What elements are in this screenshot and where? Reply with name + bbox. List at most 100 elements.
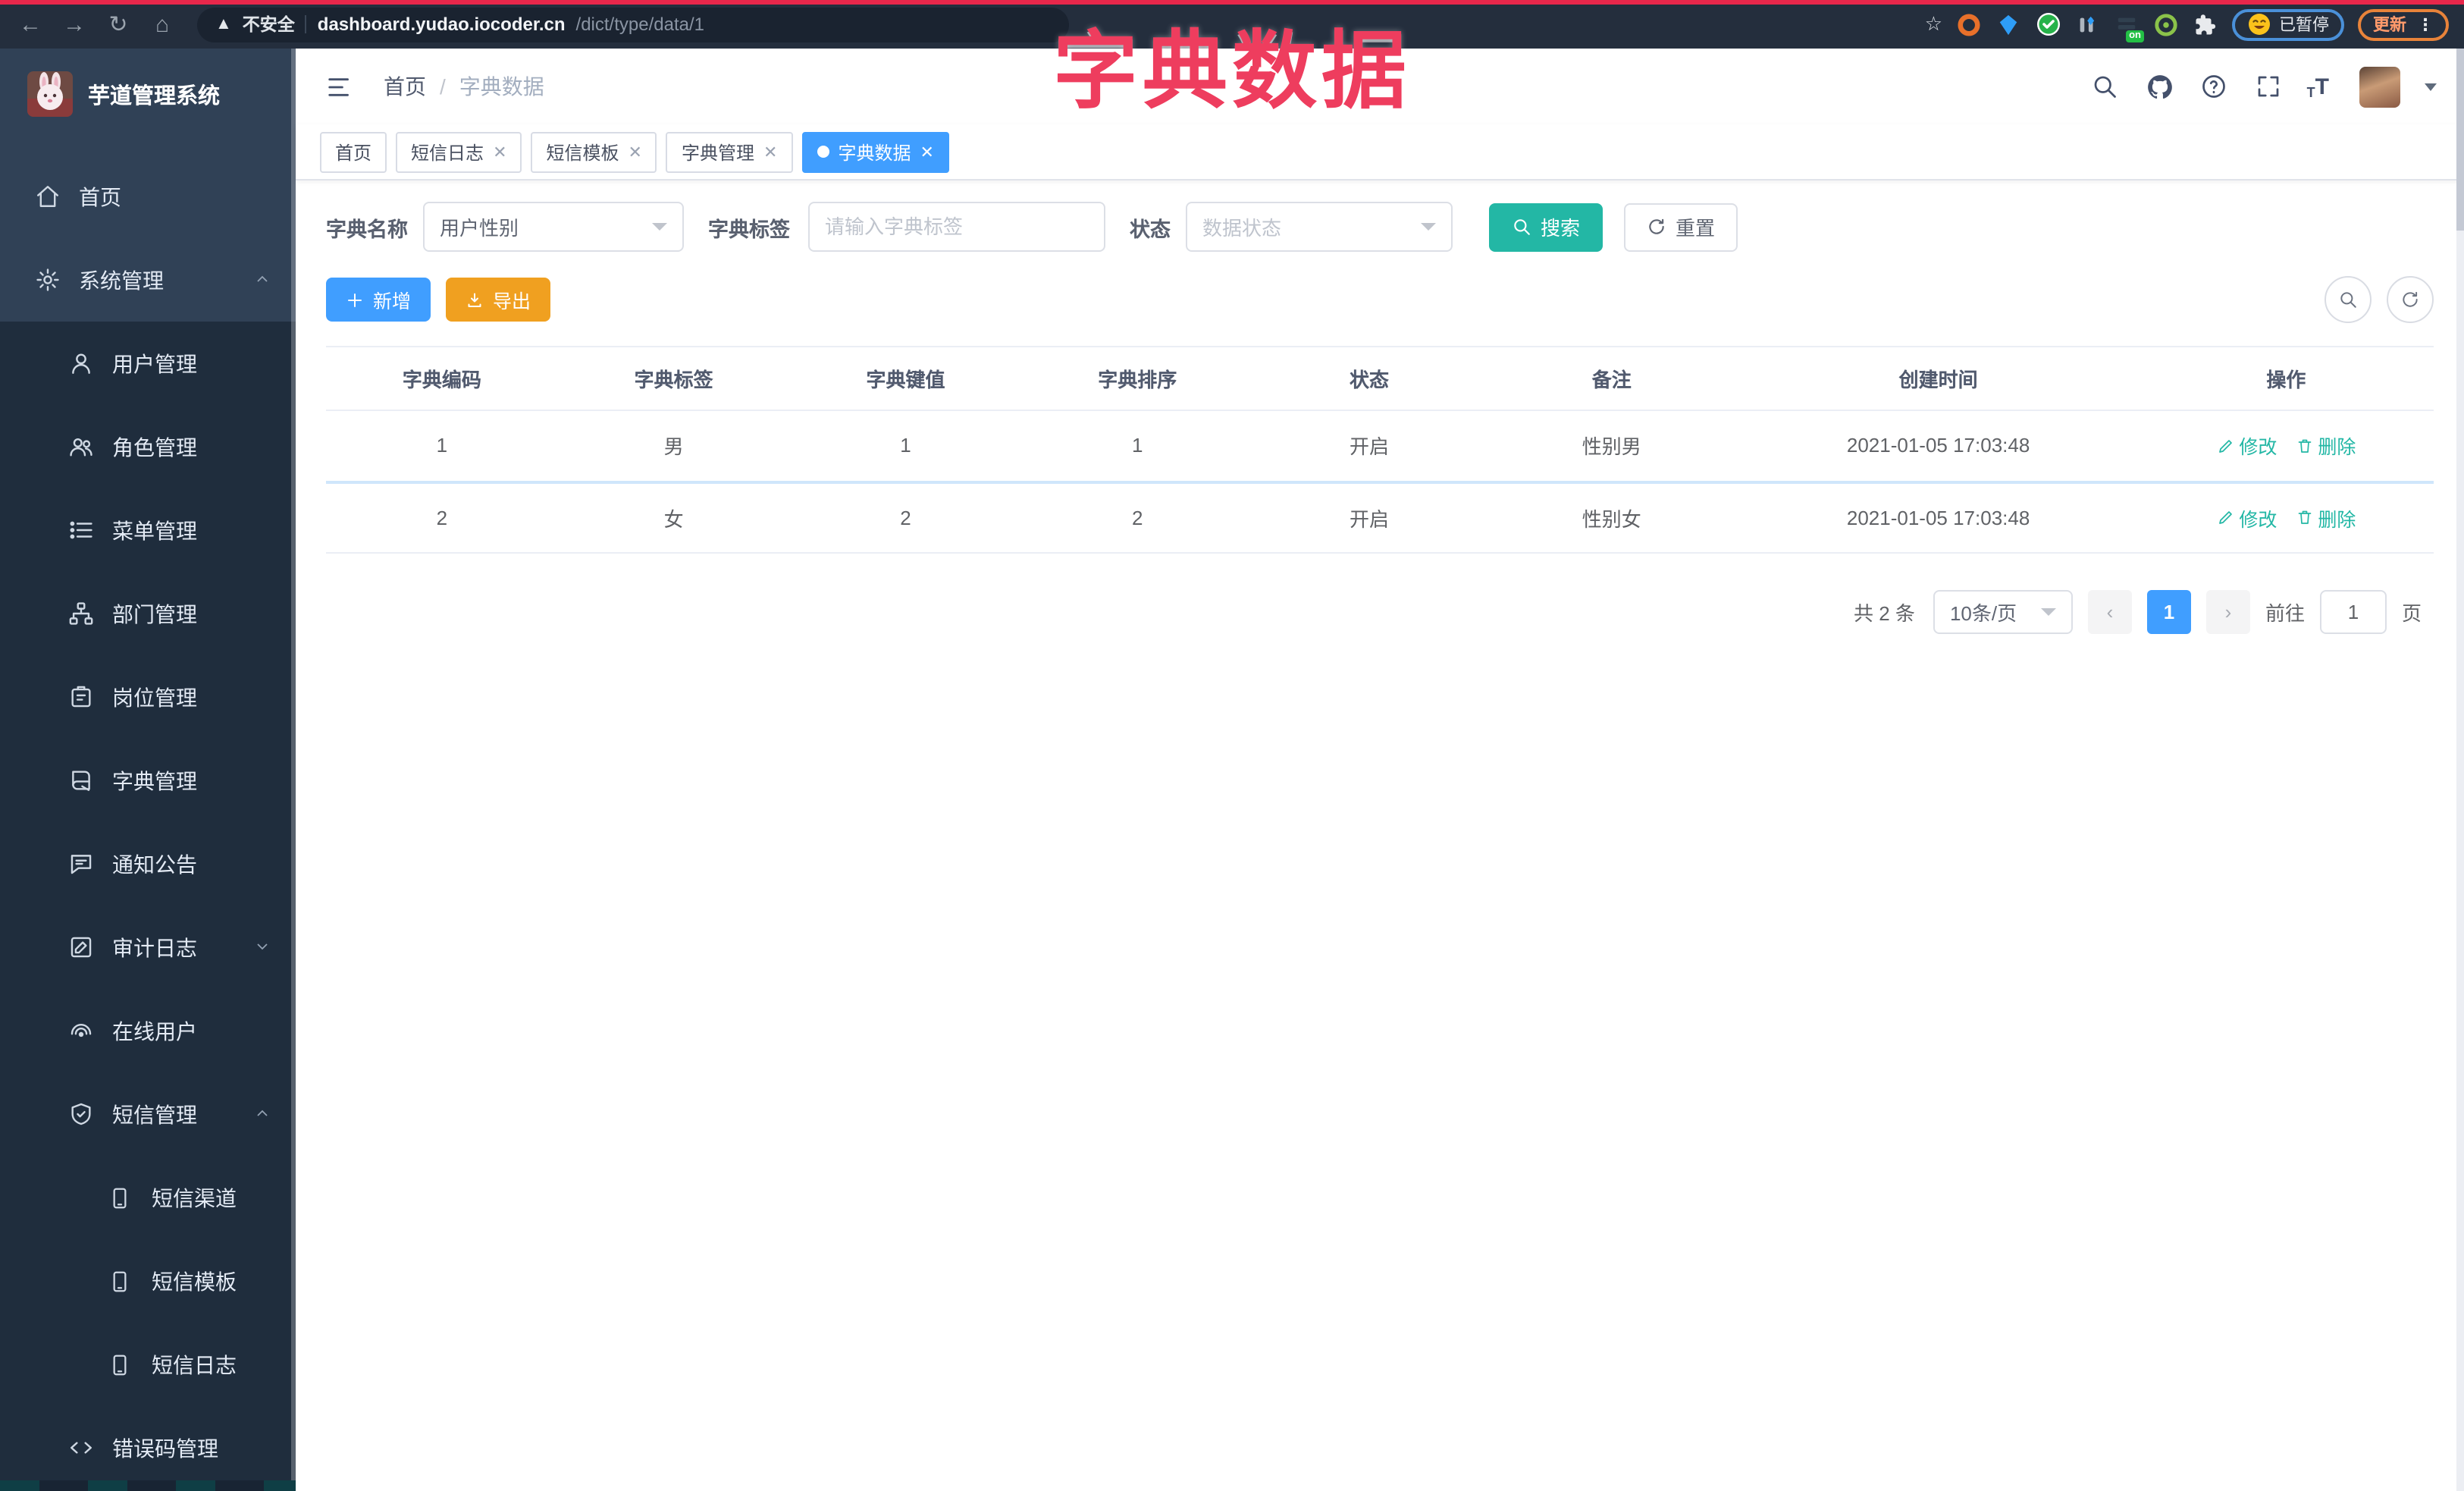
sidebar-item-notices[interactable]: 通知公告 xyxy=(0,822,296,906)
reload-icon[interactable]: ↻ xyxy=(103,11,133,38)
cell-sort: 2 xyxy=(1021,482,1254,554)
github-icon[interactable] xyxy=(2143,72,2177,101)
extensions-puzzle-icon[interactable] xyxy=(2193,11,2218,37)
trash-icon xyxy=(2297,511,2311,525)
tab-sms-template[interactable]: 短信模板 ✕ xyxy=(531,131,657,172)
status-label: 状态 xyxy=(1130,218,1171,240)
address-bar[interactable]: ▲ 不安全 dashboard.yudao.iocoder.cn/dict/ty… xyxy=(197,7,1069,42)
menu-list-icon xyxy=(67,517,94,543)
chevron-up-icon xyxy=(253,1102,271,1126)
users-icon xyxy=(67,434,94,460)
extension-icon[interactable]: on xyxy=(2114,11,2144,42)
fullscreen-icon[interactable] xyxy=(2252,73,2286,100)
search-icon xyxy=(1514,219,1530,235)
table-row[interactable]: 2 女 2 2 开启 性别女 2021-01-05 17:03:48 修改 删除 xyxy=(326,482,2434,554)
status-select[interactable]: 数据状态 xyxy=(1186,202,1453,252)
page-content: 字典名称 用户性别 字典标签 状态 数据状态 xyxy=(296,180,2464,1491)
back-icon[interactable]: ← xyxy=(15,11,45,37)
tab-sms-log[interactable]: 短信日志 ✕ xyxy=(396,131,522,172)
delete-link[interactable]: 删除 xyxy=(2295,504,2356,532)
pagination: 共 2 条 10条/页 ‹ 1 › 前往 页 xyxy=(326,590,2434,634)
hamburger-icon[interactable] xyxy=(323,72,356,101)
sidebar-item-departments[interactable]: 部门管理 xyxy=(0,572,296,655)
page-size-select[interactable]: 10条/页 xyxy=(1933,590,2073,634)
search-icon[interactable] xyxy=(2089,73,2122,100)
plus-icon xyxy=(348,293,362,306)
dict-label-label: 字典标签 xyxy=(708,218,790,240)
font-size-icon[interactable]: TT xyxy=(2307,74,2329,99)
prev-page-button[interactable]: ‹ xyxy=(2087,590,2132,634)
tab-label: 字典数据 xyxy=(838,142,911,163)
sidebar-bottom-scrollbar[interactable] xyxy=(0,1480,296,1491)
extension-icon[interactable] xyxy=(1995,11,2021,37)
notice-icon xyxy=(67,851,94,877)
sidebar-item-sms-log[interactable]: 短信日志 xyxy=(0,1323,296,1406)
sidebar-item-users[interactable]: 用户管理 xyxy=(0,322,296,405)
extension-icon[interactable] xyxy=(2035,11,2061,37)
sidebar-item-label: 错误码管理 xyxy=(112,1436,218,1460)
sidebar-item-sms[interactable]: 短信管理 xyxy=(0,1072,296,1156)
sidebar-item-roles[interactable]: 角色管理 xyxy=(0,405,296,488)
tab-dict-manage[interactable]: 字典管理 ✕ xyxy=(666,131,793,172)
export-button[interactable]: 导出 xyxy=(446,278,551,322)
bookmark-star-icon[interactable]: ☆ xyxy=(1925,12,1942,36)
delete-label: 删除 xyxy=(2318,437,2356,459)
add-button[interactable]: 新增 xyxy=(326,278,431,322)
security-label[interactable]: 不安全 xyxy=(243,12,295,36)
table-row[interactable]: 1 男 1 1 开启 性别男 2021-01-05 17:03:48 修改 删除 xyxy=(326,410,2434,483)
extension-icon[interactable] xyxy=(2153,11,2179,37)
close-icon[interactable]: ✕ xyxy=(629,142,642,162)
current-page-button[interactable]: 1 xyxy=(2146,590,2191,634)
sidebar-item-label: 审计日志 xyxy=(112,935,197,959)
edit-link[interactable]: 修改 xyxy=(2216,432,2277,460)
home-nav-icon[interactable]: ⌂ xyxy=(147,11,177,37)
tab-home[interactable]: 首页 xyxy=(320,131,387,172)
sidebar-item-audit-log[interactable]: 审计日志 xyxy=(0,906,296,989)
refresh-button[interactable] xyxy=(2387,276,2434,323)
trash-icon xyxy=(2297,439,2311,453)
avatar[interactable] xyxy=(2359,66,2400,107)
kebab-menu-icon[interactable]: ⋮ xyxy=(2417,14,2434,34)
toggle-search-button[interactable] xyxy=(2324,276,2372,323)
sidebar-item-online-users[interactable]: 在线用户 xyxy=(0,989,296,1072)
sidebar-item-posts[interactable]: 岗位管理 xyxy=(0,655,296,739)
logo[interactable]: 芋道管理系统 xyxy=(0,49,296,140)
close-icon[interactable]: ✕ xyxy=(763,142,777,162)
help-icon[interactable] xyxy=(2198,73,2231,100)
tab-dict-data[interactable]: 字典数据 ✕ xyxy=(801,131,949,172)
sidebar-item-label: 部门管理 xyxy=(112,601,197,626)
sidebar-item-sms-channel[interactable]: 短信渠道 xyxy=(0,1156,296,1239)
reset-button[interactable]: 重置 xyxy=(1624,202,1738,251)
sidebar-item-menus[interactable]: 菜单管理 xyxy=(0,488,296,572)
sidebar-item-system[interactable]: 系统管理 xyxy=(0,238,296,322)
add-button-label: 新增 xyxy=(373,291,412,312)
edit-link[interactable]: 修改 xyxy=(2216,504,2277,532)
tab-label: 短信模板 xyxy=(546,142,619,163)
search-button[interactable]: 搜索 xyxy=(1489,202,1603,251)
browser-toolbar: ← → ↻ ⌂ ▲ 不安全 dashboard.yudao.iocoder.cn… xyxy=(0,0,2464,49)
extension-icon[interactable] xyxy=(1956,11,1982,37)
profile-chip[interactable]: 已暂停 xyxy=(2232,8,2344,40)
delete-link[interactable]: 删除 xyxy=(2295,432,2356,460)
update-button[interactable]: 更新 ⋮ xyxy=(2358,8,2449,40)
tab-label: 首页 xyxy=(335,142,372,163)
close-icon[interactable]: ✕ xyxy=(920,142,933,162)
sidebar-menu: 首页 系统管理 用户管理 角色管理 菜单管理 部门管理 岗位管理 字典管理 通知… xyxy=(0,140,296,1491)
chevron-down-icon[interactable] xyxy=(2425,83,2437,90)
sidebar-item-label: 通知公告 xyxy=(112,852,197,876)
cell-label: 女 xyxy=(557,482,790,554)
breadcrumb-home[interactable]: 首页 xyxy=(384,71,426,102)
next-page-button[interactable]: › xyxy=(2205,590,2250,634)
dict-label-input[interactable] xyxy=(825,215,1089,238)
dict-name-select[interactable]: 用户性别 xyxy=(423,202,684,252)
sidebar-item-error-code[interactable]: 错误码管理 xyxy=(0,1406,296,1489)
sidebar-item-dict[interactable]: 字典管理 xyxy=(0,739,296,822)
extension-icon[interactable] xyxy=(2074,11,2100,37)
forward-icon[interactable]: → xyxy=(59,11,89,37)
sidebar-item-home[interactable]: 首页 xyxy=(0,155,296,238)
goto-page-input[interactable] xyxy=(2319,590,2387,634)
page-scrollbar[interactable] xyxy=(2456,49,2464,1491)
close-icon[interactable]: ✕ xyxy=(493,142,506,162)
sidebar-item-sms-template[interactable]: 短信模板 xyxy=(0,1239,296,1323)
cell-code: 2 xyxy=(326,482,558,554)
